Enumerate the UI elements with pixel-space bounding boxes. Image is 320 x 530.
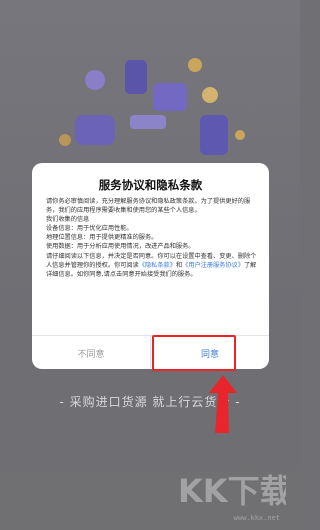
- dialog-title: 服务协议和隐私条款: [98, 178, 203, 192]
- decline-button[interactable]: 不同意: [32, 336, 151, 369]
- product-illustration: [59, 58, 245, 155]
- pointer-arrow-icon: [209, 375, 237, 433]
- kk-watermark-logo: KK下载: [178, 472, 286, 510]
- watermark-logo-text: KK下载: [178, 472, 286, 510]
- agree-highlight-box: [152, 335, 236, 371]
- privacy-policy-link[interactable]: 《隐私条款》: [139, 262, 176, 269]
- collected-item-usage: 使用数据：用于分析应用使用情况，改进产品和服务。: [46, 243, 195, 251]
- user-agreement-link[interactable]: 《用户注册服务协议》: [182, 262, 244, 269]
- intro-text: 请你务必审慎阅读，充分理解服务协议和隐私政策条款。为了提供更好的服务，我们的应用…: [46, 198, 251, 215]
- collected-heading: 我们收集的信息: [46, 216, 90, 224]
- collected-item-device: 设备信息：用于优化应用性能。: [46, 225, 133, 233]
- splash-tagline: - 采购进口货源 就上行云货仓 -: [59, 395, 241, 409]
- rights-text: 请仔细阅读以下信息，并决定是否同意。你可以在设置中查看、变更、删除个人信息并管理…: [46, 252, 257, 279]
- watermark-url: www.kkx.net: [233, 514, 280, 522]
- dialog-body: 请你务必审慎阅读，充分理解服务协议和隐私政策条款。为了提供更好的服务，我们的应用…: [46, 197, 257, 321]
- collected-item-location: 地理位置信息：用于提供更精准的服务。: [46, 234, 158, 242]
